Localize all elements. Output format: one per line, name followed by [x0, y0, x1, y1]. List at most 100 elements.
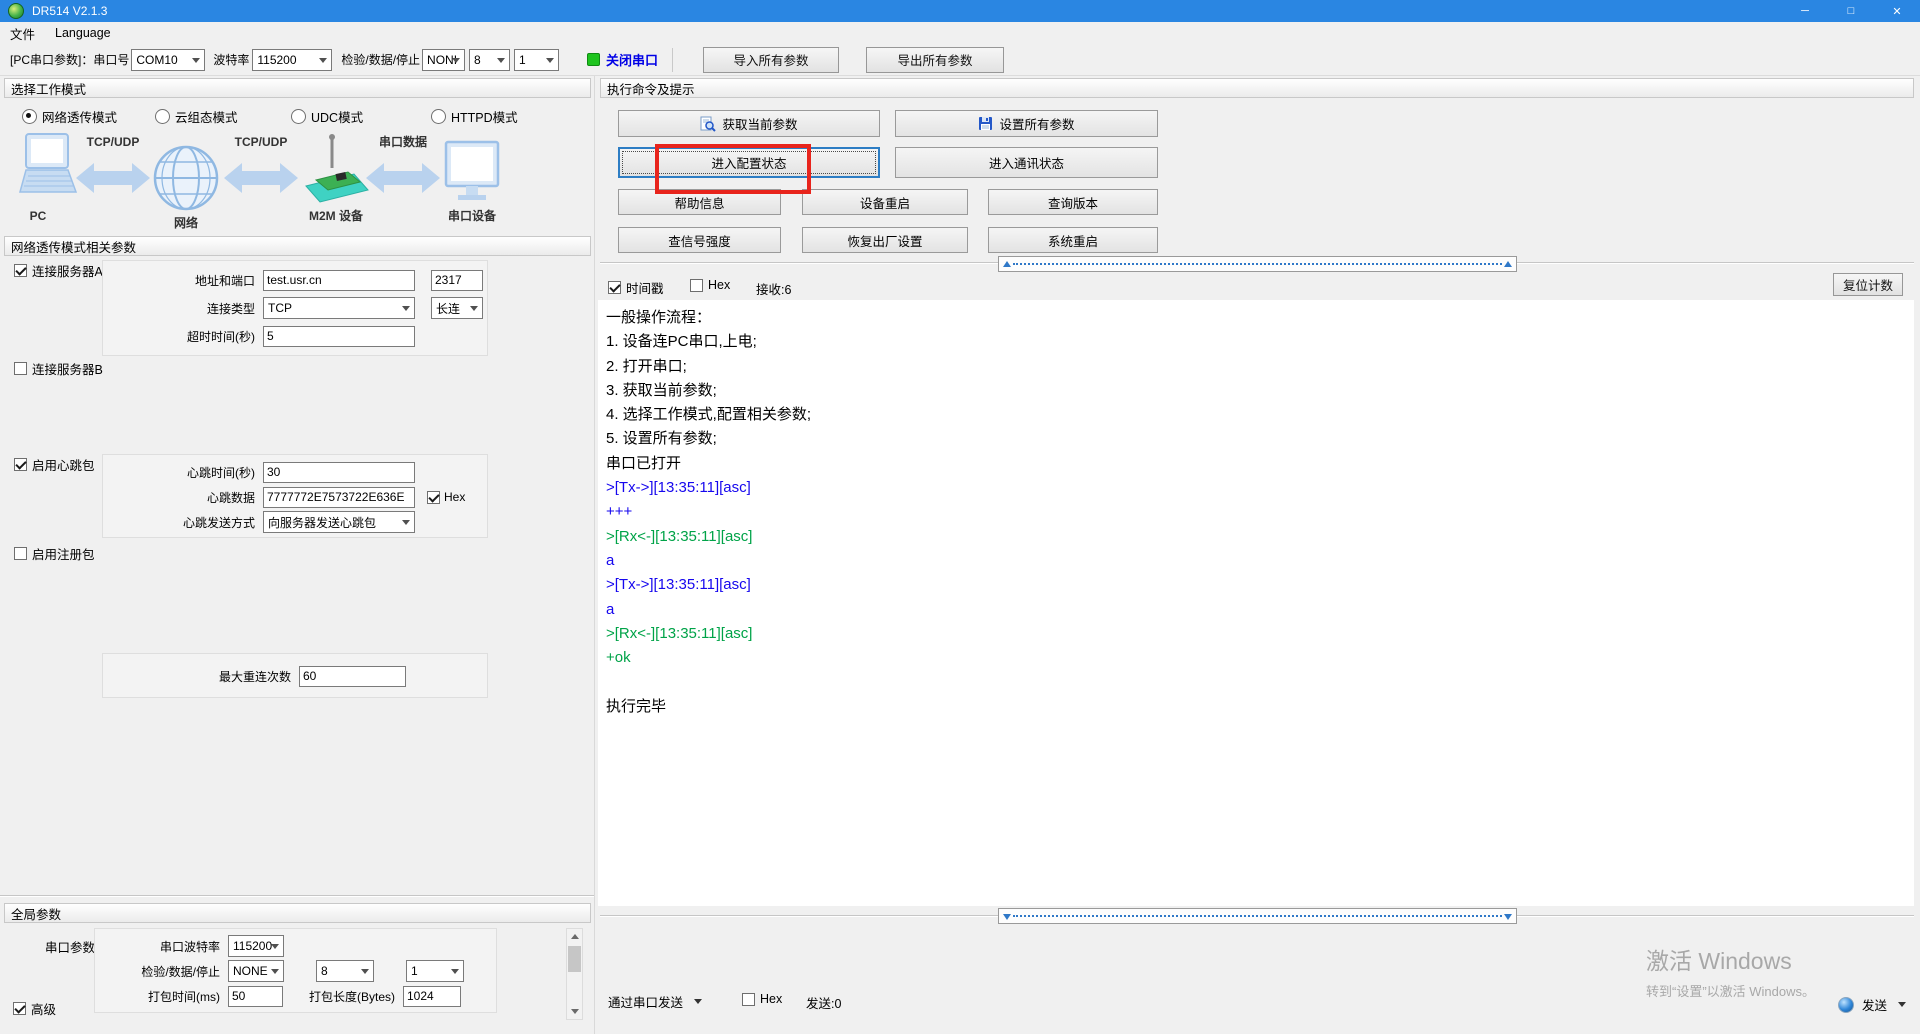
svg-text:串口数据: 串口数据	[379, 134, 427, 149]
minimize-icon: ─	[1801, 5, 1809, 17]
register-checkbox[interactable]: 启用注册包	[14, 544, 95, 563]
close-port-button[interactable]: 关闭串口	[606, 50, 658, 69]
log-line: 1. 设备连PC串口,上电;	[606, 330, 1914, 354]
svg-text:网络: 网络	[174, 215, 198, 230]
server-b-checkbox[interactable]: 连接服务器B	[14, 359, 103, 378]
g-baud-select[interactable]: 115200	[228, 935, 284, 957]
advanced-checkbox[interactable]: 高级	[13, 999, 56, 1018]
factory-reset-button[interactable]: 恢复出厂设置	[802, 227, 968, 253]
log-area[interactable]: 一般操作流程：1. 设备连PC串口,上电;2. 打开串口;3. 获取当前参数;4…	[598, 300, 1914, 906]
enter-comm-button[interactable]: 进入通讯状态	[895, 147, 1158, 178]
send-button[interactable]: 发送	[1838, 995, 1906, 1014]
chevron-down-icon	[546, 58, 554, 63]
hb-mode-select[interactable]: 向服务器发送心跳包	[263, 511, 415, 533]
packtime-input[interactable]	[228, 986, 283, 1007]
svg-text:M2M 设备: M2M 设备	[309, 208, 364, 223]
window-title: DR514 V2.1.3	[32, 4, 107, 18]
slider-thumb-icon	[1003, 261, 1011, 267]
chevron-down-icon	[452, 58, 460, 63]
slider-thumb-icon	[1003, 914, 1011, 920]
export-params-button[interactable]: 导出所有参数	[866, 47, 1004, 73]
chevron-down-icon	[271, 969, 279, 974]
databits-select[interactable]: 8	[469, 49, 510, 71]
maximize-button[interactable]: □	[1828, 0, 1874, 22]
log-line: 执行完毕	[606, 695, 1914, 719]
reset-count-button[interactable]: 复位计数	[1833, 273, 1903, 296]
maximize-icon: □	[1848, 5, 1855, 17]
log-hex-checkbox[interactable]: Hex	[690, 278, 730, 292]
log-line: 5. 设置所有参数;	[606, 427, 1914, 451]
serial-device-icon	[446, 142, 498, 200]
recv-count: 接收:6	[756, 279, 791, 298]
hb-data-input[interactable]	[263, 487, 415, 508]
left-vertical-scrollbar[interactable]	[566, 928, 583, 1020]
baud-select[interactable]: 115200	[252, 49, 332, 71]
close-button[interactable]: ✕	[1874, 0, 1920, 22]
global-serial-box: 串口波特率 115200 检验/数据/停止 NONE 8 1 打包时间(ms) …	[94, 928, 497, 1013]
heartbeat-checkbox[interactable]: 启用心跳包	[14, 455, 95, 474]
scroll-thumb[interactable]	[568, 946, 581, 972]
reconnect-input[interactable]	[299, 666, 406, 687]
windows-activation-watermark: 激活 Windows 转到“设置”以激活 Windows。	[1646, 942, 1815, 1000]
com-port-select[interactable]: COM10	[131, 49, 205, 71]
heartbeat-box: 心跳时间(秒) 心跳数据 Hex 心跳发送方式 向服务器发送心跳包	[102, 454, 488, 538]
slider-thumb-icon	[1504, 914, 1512, 920]
keepalive-select[interactable]: 长连	[431, 297, 483, 319]
log-line: a	[606, 549, 1914, 573]
scroll-down-icon[interactable]	[567, 1004, 582, 1019]
g-stopbits-select[interactable]: 1	[406, 960, 464, 982]
get-params-button[interactable]: 获取当前参数	[618, 110, 880, 137]
chevron-down-icon	[497, 58, 505, 63]
device-reboot-button[interactable]: 设备重启	[802, 189, 968, 215]
stopbits-select[interactable]: 1	[514, 49, 559, 71]
menu-language[interactable]: Language	[45, 26, 121, 40]
parity-select[interactable]: NONI	[422, 49, 465, 71]
arrow-icon	[224, 163, 298, 193]
checkbox-checked-icon	[14, 458, 27, 471]
hb-mode-label: 心跳发送方式	[103, 514, 263, 531]
reconnect-label: 最大重连次数	[103, 668, 299, 685]
send-hex-checkbox[interactable]: Hex	[742, 992, 782, 1006]
svg-text:PC: PC	[30, 209, 47, 223]
bottom-trackbar[interactable]	[998, 908, 1517, 924]
baud-label: 波特率	[213, 51, 249, 68]
checkbox-checked-icon	[14, 264, 27, 277]
hb-hex-checkbox[interactable]	[427, 491, 440, 504]
serial-params-label: 串口参数	[45, 937, 95, 956]
minimize-button[interactable]: ─	[1782, 0, 1828, 22]
system-reboot-button[interactable]: 系统重启	[988, 227, 1158, 253]
g-databits-select[interactable]: 8	[316, 960, 374, 982]
mode-option-httpd[interactable]: HTTPD模式	[431, 107, 518, 126]
g-parity-select[interactable]: NONE	[228, 960, 284, 982]
chevron-down-icon	[470, 306, 478, 311]
timestamp-checkbox[interactable]: 时间戳	[608, 278, 664, 297]
search-doc-icon	[700, 116, 716, 132]
log-line: 一般操作流程：	[606, 306, 1914, 330]
slider-thumb-icon	[1504, 261, 1512, 267]
menu-file[interactable]: 文件	[0, 24, 45, 43]
top-trackbar[interactable]	[998, 256, 1517, 272]
server-port-input[interactable]	[431, 270, 483, 291]
mode-option-cloud[interactable]: 云组态模式	[155, 107, 238, 126]
mode-option-transparent[interactable]: 网络透传模式	[22, 107, 117, 126]
svg-text:TCP/UDP: TCP/UDP	[87, 135, 140, 149]
hb-time-input[interactable]	[263, 462, 415, 483]
port-open-indicator	[587, 53, 600, 66]
conn-type-select[interactable]: TCP	[263, 297, 415, 319]
query-signal-button[interactable]: 查信号强度	[618, 227, 781, 253]
log-line: >[Tx->][13:35:11][asc]	[606, 476, 1914, 500]
chevron-down-icon	[271, 944, 279, 949]
send-via-dropdown[interactable]: 通过串口发送	[608, 992, 702, 1011]
import-params-button[interactable]: 导入所有参数	[703, 47, 839, 73]
timeout-input[interactable]	[263, 326, 415, 347]
packlen-input[interactable]	[403, 986, 461, 1007]
server-a-checkbox[interactable]: 连接服务器A	[14, 261, 103, 280]
mode-option-udc[interactable]: UDC模式	[291, 107, 363, 126]
log-line: 2. 打开串口;	[606, 355, 1914, 379]
chevron-down-icon	[192, 58, 200, 63]
query-version-button[interactable]: 查询版本	[988, 189, 1158, 215]
scroll-up-icon[interactable]	[567, 929, 582, 944]
svg-text:TCP/UDP: TCP/UDP	[235, 135, 288, 149]
set-params-button[interactable]: 设置所有参数	[895, 110, 1158, 137]
server-address-input[interactable]	[263, 270, 415, 291]
